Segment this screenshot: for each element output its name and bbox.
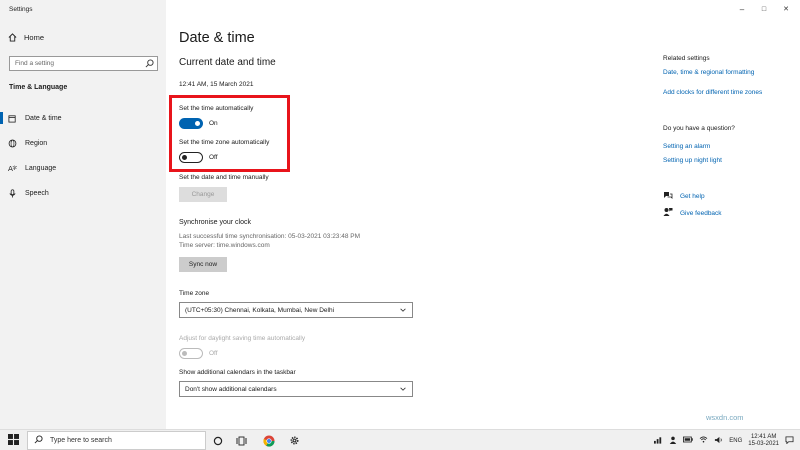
search-icon	[34, 435, 43, 446]
link-add-clocks[interactable]: Add clocks for different time zones	[663, 89, 762, 96]
svg-text:字: 字	[13, 164, 18, 171]
calendars-label: Show additional calendars in the taskbar	[179, 369, 296, 376]
time-server-text: Time server: time.windows.com	[179, 242, 270, 249]
timezone-value: (UTC+05:30) Chennai, Kolkata, Mumbai, Ne…	[185, 306, 335, 314]
dst-state: Off	[209, 350, 218, 357]
search-icon[interactable]	[145, 59, 154, 70]
close-button[interactable]: ✕	[779, 3, 793, 15]
system-tray: ENG 12:41 AM 15-03-2021	[654, 433, 794, 448]
title-bar: Settings – □ ✕	[0, 0, 800, 18]
taskbar-search-box[interactable]: Type here to search	[27, 431, 206, 450]
task-view-icon[interactable]	[235, 434, 248, 447]
change-button[interactable]: Change	[179, 187, 227, 202]
link-regional-formatting[interactable]: Date, time & regional formatting	[663, 69, 754, 76]
last-sync-text: Last successful time synchronisation: 05…	[179, 233, 361, 240]
minimize-button[interactable]: –	[735, 3, 749, 15]
related-settings-heading: Related settings	[663, 55, 710, 62]
search-field[interactable]	[9, 56, 158, 71]
get-help-label: Get help	[680, 193, 705, 200]
sync-now-button[interactable]: Sync now	[179, 257, 227, 272]
sidebar-item-label: Language	[25, 164, 57, 172]
watermark: wsxdn.com	[706, 413, 744, 422]
settings-window: Settings – □ ✕ Home Time & Language Date…	[0, 0, 800, 429]
maximize-button[interactable]: □	[757, 3, 771, 15]
toggle-knob	[182, 350, 187, 356]
section-label: Time & Language	[9, 84, 68, 91]
timezone-select[interactable]: (UTC+05:30) Chennai, Kolkata, Mumbai, Ne…	[179, 302, 413, 318]
chevron-down-icon	[399, 306, 407, 316]
question-heading: Do you have a question?	[663, 125, 735, 132]
link-setting-alarm[interactable]: Setting an alarm	[663, 143, 710, 150]
manual-time-label: Set the date and time manually	[179, 174, 269, 181]
feedback-person-icon	[663, 207, 673, 219]
network-icon[interactable]	[654, 436, 663, 446]
sidebar-item-label: Region	[25, 139, 48, 147]
taskbar-clock[interactable]: 12:41 AM 15-03-2021	[748, 434, 779, 448]
timezone-label: Time zone	[179, 290, 210, 297]
globe-icon	[8, 139, 17, 148]
microphone-icon	[8, 188, 17, 198]
app-title: Settings	[9, 6, 33, 13]
calendars-select[interactable]: Don't show additional calendars	[179, 381, 413, 397]
current-datetime: 12:41 AM, 15 March 2021	[179, 81, 254, 88]
people-icon[interactable]	[669, 436, 677, 446]
volume-icon[interactable]	[714, 436, 723, 446]
get-help-link[interactable]: Get help	[663, 191, 705, 202]
section-title: Current date and time	[179, 57, 276, 68]
notifications-icon[interactable]	[785, 435, 794, 446]
cortana-icon[interactable]	[211, 434, 224, 447]
highlight-box	[169, 95, 290, 172]
taskbar-search-placeholder: Type here to search	[50, 437, 112, 444]
nav-home[interactable]: Home	[8, 33, 44, 42]
language-indicator[interactable]: ENG	[729, 438, 742, 444]
wifi-icon[interactable]	[699, 436, 708, 445]
sidebar-item-label: Date & time	[25, 114, 62, 122]
search-input[interactable]	[10, 57, 135, 70]
taskbar: Type here to search ENG 12:41 AM 15-03-2…	[0, 429, 800, 450]
give-feedback-link[interactable]: Give feedback	[663, 207, 722, 219]
calendars-value: Don't show additional calendars	[185, 385, 277, 393]
sidebar-item-language[interactable]: A字 Language	[8, 162, 158, 174]
sidebar-item-date-time[interactable]: Date & time	[0, 112, 158, 124]
calendar-clock-icon	[8, 114, 17, 123]
sidebar-item-region[interactable]: Region	[8, 137, 158, 149]
sidebar-item-speech[interactable]: Speech	[8, 187, 158, 199]
clock-time: 12:41 AM	[750, 433, 777, 440]
home-icon	[8, 33, 17, 42]
battery-icon[interactable]	[683, 436, 694, 445]
language-icon: A字	[8, 164, 17, 173]
give-feedback-label: Give feedback	[680, 209, 722, 217]
sidebar-item-label: Speech	[25, 189, 49, 197]
sync-heading: Synchronise your clock	[179, 219, 251, 226]
windows-start-icon[interactable]	[8, 434, 19, 447]
nav-home-label: Home	[24, 33, 45, 42]
clock-date: 15-03-2021	[748, 440, 779, 447]
dst-label: Adjust for daylight saving time automati…	[179, 335, 306, 342]
settings-gear-icon[interactable]	[288, 434, 301, 447]
page-title: Date & time	[179, 30, 255, 46]
chevron-down-icon	[399, 385, 407, 395]
link-night-light[interactable]: Setting up night light	[663, 157, 722, 164]
chrome-icon[interactable]	[262, 434, 275, 447]
dst-toggle[interactable]	[179, 348, 203, 359]
help-chat-icon	[663, 191, 673, 202]
